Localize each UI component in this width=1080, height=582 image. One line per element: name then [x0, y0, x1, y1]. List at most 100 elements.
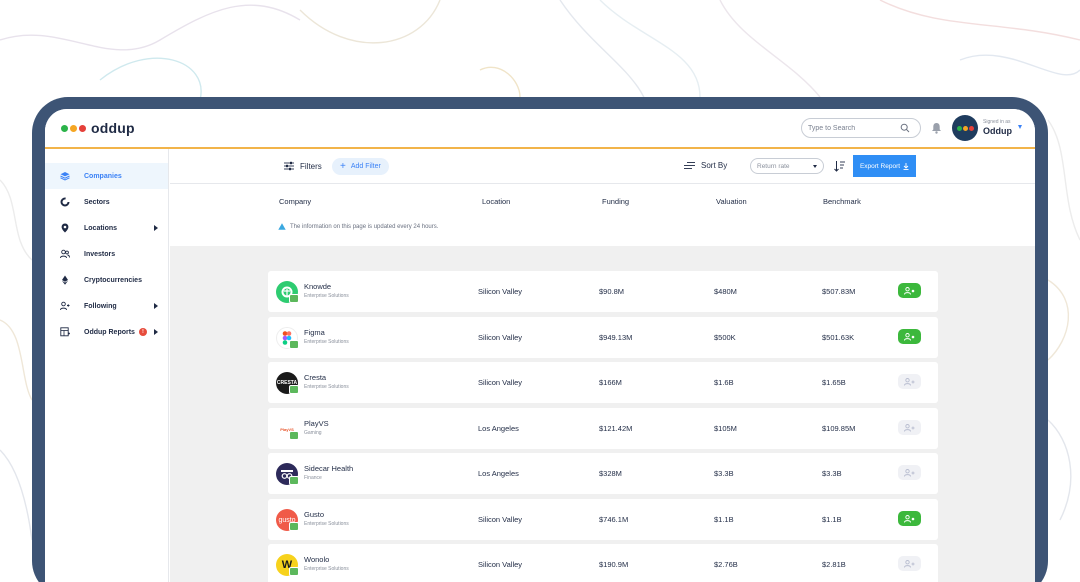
sidebar-item-label: Oddup Reports: [84, 328, 135, 336]
filters-button[interactable]: Filters: [284, 161, 322, 171]
search-input[interactable]: [808, 124, 900, 132]
user-follow-icon: [60, 301, 70, 311]
brand-name: oddup: [91, 120, 135, 136]
table-row[interactable]: CRESTA Cresta Enterprise Solutions Silic…: [268, 362, 938, 403]
sort-lines-icon: [684, 162, 695, 169]
company-benchmark: $3.3B: [822, 469, 842, 478]
company-valuation: $105M: [714, 424, 737, 433]
table-row[interactable]: Knowde Enterprise Solutions Silicon Vall…: [268, 271, 938, 312]
company-funding: $328M: [599, 469, 622, 478]
company-valuation: $1.6B: [714, 378, 734, 387]
sidebar-item-oddup-reports[interactable]: Oddup Reports !: [45, 319, 168, 345]
company-name[interactable]: PlayVS: [304, 419, 329, 428]
company-funding: $949.13M: [599, 333, 633, 342]
add-filter-button[interactable]: + Add Filter: [332, 158, 389, 175]
table-row[interactable]: PlayVS PlayVS Gaming Los Angeles $121.42…: [268, 408, 938, 449]
user-check-icon: [904, 514, 915, 523]
company-list: Knowde Enterprise Solutions Silicon Vall…: [170, 246, 1035, 582]
follow-toggle-button[interactable]: [898, 511, 921, 526]
verified-badge-icon: [289, 431, 299, 440]
company-sector: Enterprise Solutions: [304, 293, 349, 299]
follow-toggle-button[interactable]: [898, 420, 921, 435]
company-benchmark: $1.1B: [822, 515, 842, 524]
follow-toggle-button[interactable]: [898, 465, 921, 480]
table-row[interactable]: Figma Enterprise Solutions Silicon Valle…: [268, 317, 938, 358]
company-name[interactable]: Figma: [304, 328, 325, 337]
filters-label: Filters: [300, 161, 322, 171]
column-header-location[interactable]: Location: [482, 197, 510, 206]
company-funding: $746.1M: [599, 515, 629, 524]
follow-toggle-button[interactable]: [898, 374, 921, 389]
plus-icon: +: [340, 160, 346, 172]
sidebar-item-locations[interactable]: Locations: [45, 215, 168, 241]
sidebar-item-companies[interactable]: Companies: [45, 163, 168, 189]
avatar-dot: [968, 125, 974, 131]
avatar[interactable]: [952, 115, 978, 141]
sort-by-label-group: Sort By: [684, 161, 727, 170]
company-logo: [276, 281, 299, 303]
sidebar-item-investors[interactable]: Investors: [45, 241, 168, 267]
column-header-company[interactable]: Company: [279, 197, 311, 206]
company-benchmark: $507.83M: [822, 287, 856, 296]
sidebar-item-label: Sectors: [84, 198, 110, 206]
follow-toggle-button[interactable]: [898, 556, 921, 571]
verified-badge-icon: [289, 476, 299, 485]
company-location: Silicon Valley: [478, 333, 523, 342]
search-icon[interactable]: [900, 123, 910, 133]
company-sector: Enterprise Solutions: [304, 521, 349, 527]
sort-select-value: Return rate: [757, 162, 790, 170]
sliders-icon: [284, 161, 294, 171]
company-name[interactable]: Cresta: [304, 373, 326, 382]
table-row[interactable]: W Wonolo Enterprise Solutions Silicon Va…: [268, 544, 938, 582]
company-name[interactable]: Wonolo: [304, 555, 329, 564]
logo-dot-green: [61, 124, 68, 132]
user-menu-caret-icon[interactable]: [1018, 125, 1022, 129]
company-benchmark: $1.65B: [822, 378, 846, 387]
company-name[interactable]: Sidecar Health: [304, 464, 353, 473]
table-row[interactable]: Sidecar Health Finance Los Angeles $328M…: [268, 453, 938, 494]
notice-text: The information on this page is updated …: [290, 223, 439, 230]
company-name[interactable]: Knowde: [304, 282, 331, 291]
sidebar-item-following[interactable]: Following: [45, 293, 168, 319]
company-funding: $190.9M: [599, 560, 629, 569]
company-sector: Enterprise Solutions: [304, 339, 349, 345]
follow-toggle-button[interactable]: [898, 283, 921, 298]
sort-direction-icon[interactable]: [834, 160, 845, 172]
sort-select[interactable]: Return rate: [750, 158, 824, 174]
verified-badge-icon: [289, 294, 299, 303]
column-header-valuation[interactable]: Valuation: [716, 197, 747, 206]
table-row[interactable]: gusto Gusto Enterprise Solutions Silicon…: [268, 499, 938, 540]
user-check-icon: [904, 286, 915, 295]
chevron-right-icon: [154, 225, 158, 231]
company-logo: gusto: [276, 509, 299, 531]
company-funding: $90.8M: [599, 287, 625, 296]
ethereum-icon: [62, 275, 68, 285]
user-add-icon: [904, 468, 915, 477]
export-label: Export Report: [859, 162, 901, 170]
company-sector: Enterprise Solutions: [304, 384, 349, 390]
users-icon: [60, 249, 70, 259]
column-header-benchmark[interactable]: Benchmark: [823, 197, 861, 206]
company-location: Silicon Valley: [478, 287, 523, 296]
avatar-dot: [962, 125, 968, 131]
sidebar-item-sectors[interactable]: Sectors: [45, 189, 168, 215]
company-logo: W: [276, 554, 299, 576]
chevron-down-icon: [813, 165, 817, 168]
company-valuation: $3.3B: [714, 469, 734, 478]
company-funding: $121.42M: [599, 424, 633, 433]
company-location: Los Angeles: [478, 424, 519, 433]
main-content: Filters + Add Filter Sort By Return rate…: [170, 149, 1035, 582]
company-location: Silicon Valley: [478, 378, 523, 387]
user-add-icon: [904, 377, 915, 386]
column-header-funding[interactable]: Funding: [602, 197, 629, 206]
sidebar-item-cryptocurrencies[interactable]: Cryptocurrencies: [45, 267, 168, 293]
brand-logo[interactable]: oddup: [61, 120, 135, 136]
company-name[interactable]: Gusto: [304, 510, 324, 519]
sidebar-item-label: Cryptocurrencies: [84, 276, 142, 284]
sidebar-item-label: Companies: [84, 172, 122, 180]
toolbar: Filters + Add Filter Sort By Return rate…: [170, 149, 1035, 184]
bell-icon[interactable]: [931, 122, 942, 134]
avatar-dot: [956, 125, 962, 131]
follow-toggle-button[interactable]: [898, 329, 921, 344]
export-report-button[interactable]: Export Report: [853, 155, 916, 177]
